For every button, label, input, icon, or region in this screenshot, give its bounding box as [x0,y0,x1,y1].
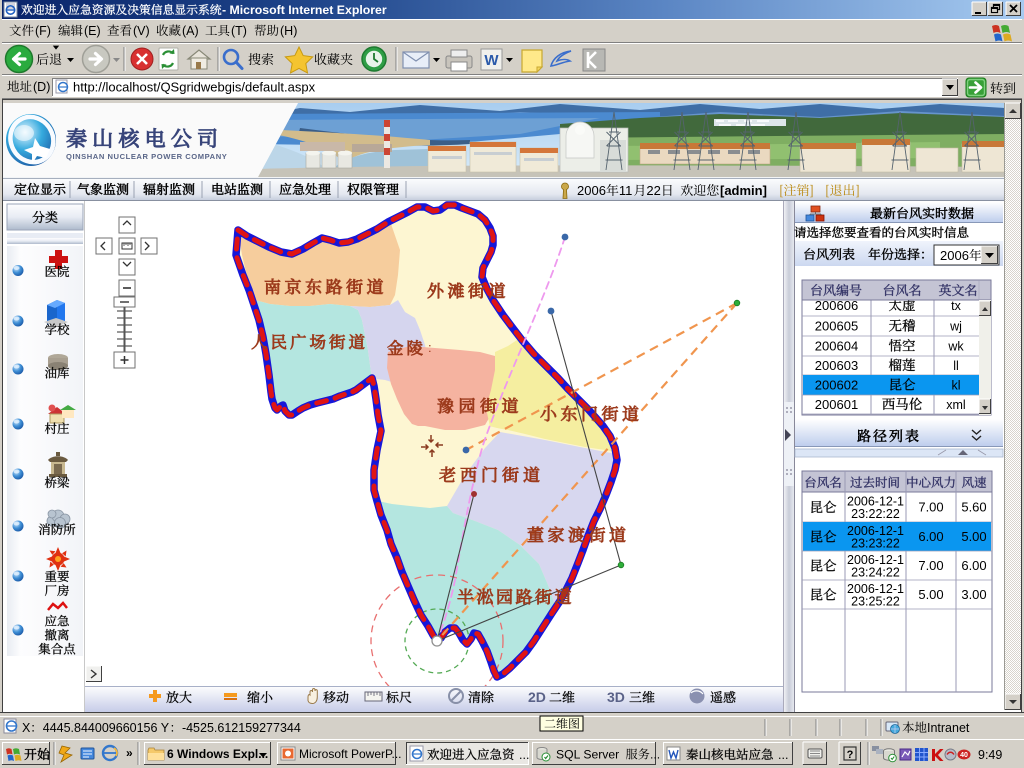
svg-text:3D: 3D [607,689,625,705]
svg-text:5.00: 5.00 [918,587,943,602]
svg-text:200605: 200605 [815,319,858,334]
svg-text:5.60: 5.60 [961,500,986,515]
svg-text:Microsoft PowerP...: Microsoft PowerP... [299,747,401,761]
svg-text:23:25:22: 23:25:22 [851,595,900,609]
svg-text:23:23:22: 23:23:22 [851,537,900,551]
svg-text:200603: 200603 [815,358,858,373]
svg-text:ll: ll [953,359,959,373]
svg-text:kl: kl [951,379,960,393]
svg-text:(F): (F) [35,24,51,38]
svg-text:2006: 2006 [940,248,969,263]
svg-text:23:22:22: 23:22:22 [851,507,900,521]
svg-text:200601: 200601 [815,397,858,412]
svg-text:7.00: 7.00 [918,500,943,515]
svg-text:SQL Server: SQL Server [556,748,619,762]
svg-text:wk: wk [947,340,964,354]
svg-text:6.00: 6.00 [918,529,943,544]
svg-text::: : [428,340,432,355]
svg-text:W: W [484,52,499,69]
svg-text:...: ... [519,748,529,762]
svg-text:6 Windows Expl...: 6 Windows Expl... [167,747,268,761]
svg-text:http://localhost/QSgridwebgis/: http://localhost/QSgridwebgis/default.as… [73,80,316,95]
svg-text:4445.844009660156 Y: 4445.844009660156 Y [43,721,170,735]
svg-text:tx: tx [951,299,961,313]
svg-text:-4525.612159277344: -4525.612159277344 [182,721,301,735]
svg-text:200602: 200602 [815,378,858,393]
svg-text:3.00: 3.00 [961,587,986,602]
svg-text:QINSHAN NUCLEAR POWER COMPANY: QINSHAN NUCLEAR POWER COMPANY [66,152,227,161]
svg-text:40: 40 [960,752,968,759]
svg-text:?: ? [847,749,854,761]
svg-text:...: ... [650,748,660,762]
svg-text:X: X [22,721,31,735]
svg-text:(V): (V) [133,24,150,38]
svg-text:(T): (T) [231,24,247,38]
svg-text:»: » [126,746,133,760]
svg-text:200604: 200604 [815,339,858,354]
svg-text:9:49: 9:49 [978,748,1002,762]
svg-text:2006: 2006 [577,183,606,198]
svg-text:wj: wj [949,320,962,334]
svg-text:(H): (H) [280,24,297,38]
svg-text:- Microsoft Internet Explorer: - Microsoft Internet Explorer [222,3,387,17]
svg-text:...: ... [778,748,788,762]
svg-text:5.00: 5.00 [961,529,986,544]
svg-text:(E): (E) [84,24,101,38]
svg-text:Intranet: Intranet [927,721,970,735]
svg-text:11: 11 [619,183,633,198]
svg-text:7.00: 7.00 [918,558,943,573]
svg-text:22: 22 [646,183,660,198]
svg-text:xml: xml [946,398,965,412]
svg-text:(A): (A) [182,24,199,38]
svg-text:2D: 2D [528,689,546,705]
svg-text:(D): (D) [33,80,50,94]
svg-text:23:24:22: 23:24:22 [851,566,900,580]
svg-text:[admin]: [admin] [720,183,767,198]
svg-text:6.00: 6.00 [961,558,986,573]
